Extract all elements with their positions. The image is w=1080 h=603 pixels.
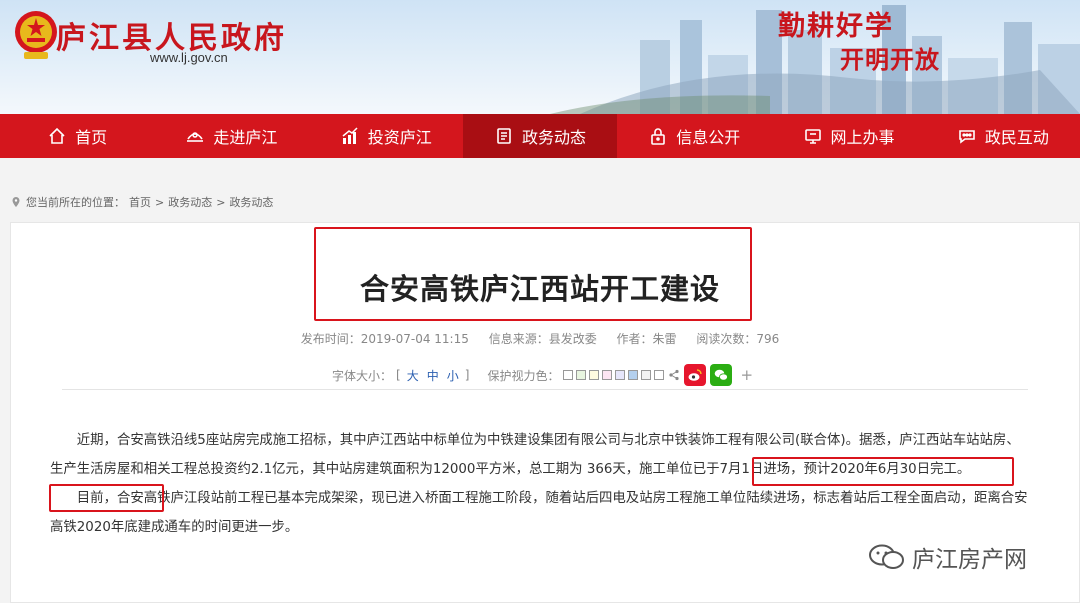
font-size-medium[interactable]: 中 [425, 367, 441, 384]
info-source: 信息来源：县发改委 [488, 332, 597, 346]
view-count: 阅读次数：796 [696, 332, 780, 346]
article-title: 合安高铁庐江西站开工建设 [359, 272, 720, 306]
source-watermark: 庐江房产网 [868, 540, 1027, 574]
nav-label: 政务动态 [521, 128, 586, 147]
nav-item-online-service[interactable]: 网上办事 [771, 114, 925, 158]
nav-item-invest[interactable]: 投资庐江 [309, 114, 463, 158]
nav-label: 网上办事 [830, 128, 895, 147]
breadcrumb-separator: > [155, 195, 165, 209]
article-body: 近期，合安高铁沿线5座站房完成施工招标，其中庐江西站中标单位为中铁建设集团有限公… [50, 426, 1030, 542]
wechat-logo-icon [869, 544, 904, 569]
breadcrumb-separator: > [216, 195, 226, 209]
main-nav: 首页 走进庐江 投资庐江 政务动态 信息公开 网上办事 政民互动 [0, 114, 1080, 158]
nav-label: 首页 [75, 128, 108, 147]
author: 作者：朱雷 [616, 332, 677, 346]
eye-care-swatch[interactable] [641, 370, 652, 380]
weibo-share-button[interactable] [684, 364, 707, 386]
slogan-line-1: 勤耕好学 [778, 11, 894, 42]
home-icon [49, 127, 65, 144]
font-size-small[interactable]: 小 [445, 367, 461, 384]
eye-care-swatch[interactable] [602, 370, 613, 380]
eye-care-swatch[interactable] [576, 370, 587, 380]
site-url[interactable]: www.lj.gov.cn [150, 50, 228, 65]
share-icon[interactable] [668, 369, 680, 381]
chat-icon [959, 130, 975, 144]
nav-label: 信息公开 [676, 128, 741, 147]
slogan-line-2: 开明开放 [840, 45, 940, 74]
font-size-large[interactable]: 大 [405, 367, 421, 384]
monitor-icon [804, 129, 821, 144]
breadcrumb-prefix: 您当前所在的位置： [26, 196, 125, 209]
publish-time: 发布时间：2019-07-04 11:15 [300, 332, 469, 346]
chart-icon [342, 127, 358, 144]
eye-care-label: 保护视力色： [487, 368, 560, 383]
breadcrumb-news[interactable]: 政务动态 [168, 194, 212, 210]
breadcrumb-home[interactable]: 首页 [129, 194, 151, 210]
nav-label: 走进庐江 [213, 128, 278, 147]
nav-item-about[interactable]: 走进庐江 [154, 114, 308, 158]
landmark-icon [187, 132, 204, 142]
wechat-icon [715, 369, 729, 381]
eye-care-swatch[interactable] [589, 370, 600, 380]
national-emblem-icon [15, 11, 57, 59]
nav-item-disclosure[interactable]: 信息公开 [617, 114, 771, 158]
watermark-text: 庐江房产网 [912, 547, 1027, 573]
font-size-label: 字体大小： [332, 368, 393, 383]
weibo-icon [688, 369, 703, 381]
nav-item-interaction[interactable]: 政民互动 [926, 114, 1080, 158]
eye-care-swatches [563, 370, 665, 380]
article-tools: 字体大小： [ 大 中 小 ] 保护视力色： + [332, 364, 753, 386]
eye-care-swatch[interactable] [654, 370, 665, 380]
eye-care-swatch[interactable] [563, 370, 574, 380]
article-paragraph-2: 目前，合安高铁庐江段站前工程已基本完成架梁，现已进入桥面工程施工阶段，随着站后四… [50, 491, 1028, 535]
nav-label: 政民互动 [984, 128, 1049, 147]
nav-label: 投资庐江 [367, 128, 432, 147]
content-divider [62, 389, 1028, 390]
wechat-share-button[interactable] [710, 364, 733, 386]
document-icon [497, 128, 511, 144]
eye-care-swatch[interactable] [615, 370, 626, 380]
breadcrumb: 您当前所在的位置： 首页 > 政务动态 > 政务动态 [10, 194, 273, 210]
lock-icon [651, 128, 666, 145]
nav-item-news[interactable]: 政务动态 [462, 114, 618, 158]
eye-care-swatch[interactable] [628, 370, 639, 380]
site-banner: 庐江县人民政府 www.lj.gov.cn 勤耕好学 开明开放 [0, 0, 1080, 114]
article-paragraph-1: 近期，合安高铁沿线5座站房完成施工招标，其中庐江西站中标单位为中铁建设集团有限公… [50, 433, 1020, 477]
nav-item-home[interactable]: 首页 [0, 114, 154, 158]
location-pin-icon [12, 197, 20, 207]
article-meta: 发布时间：2019-07-04 11:15 信息来源：县发改委 作者：朱雷 阅读… [0, 330, 1080, 347]
bracket-close: ] [464, 368, 470, 382]
more-share-button[interactable]: + [740, 366, 753, 384]
breadcrumb-current[interactable]: 政务动态 [229, 194, 273, 210]
bracket-open: [ [396, 368, 401, 382]
